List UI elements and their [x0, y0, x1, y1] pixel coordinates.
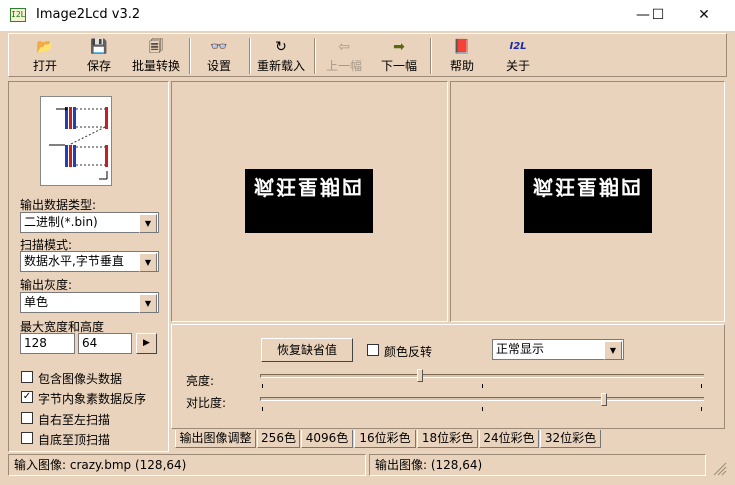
chevron-down-icon[interactable]: ▼: [139, 214, 157, 233]
help-label: 帮助: [449, 59, 474, 73]
save-button[interactable]: 💾 保存: [71, 37, 127, 75]
settings-label: 设置: [206, 59, 231, 73]
brightness-slider-track[interactable]: [260, 374, 704, 378]
previous-image-button[interactable]: ⇦ 上一幅: [318, 37, 370, 75]
open-label: 打开: [32, 59, 57, 73]
slider-tick: [701, 407, 702, 411]
slider-tick: [701, 384, 702, 388]
output-gray-value: 单色: [24, 295, 49, 309]
include-header-checkbox-row[interactable]: 包含图像头数据: [20, 370, 170, 386]
previous-image-label: 上一幅: [325, 59, 362, 73]
output-gray-label: 输出灰度:: [20, 278, 73, 292]
output-image-text: 疯狂星期四: [533, 175, 643, 199]
help-book-icon: 📕: [453, 39, 471, 55]
about-label: 关于: [505, 59, 530, 73]
status-output: 输出图像: (128,64): [369, 454, 706, 476]
tab-16bit-color[interactable]: 16位彩色: [354, 430, 416, 448]
bottom-to-top-label: 自底至顶扫描: [38, 433, 111, 447]
tab-4096-color[interactable]: 4096色: [301, 430, 353, 448]
tab-256-color[interactable]: 256色: [257, 430, 300, 448]
open-button[interactable]: 📂 打开: [15, 37, 75, 75]
output-gray-select[interactable]: 单色 ▼: [20, 292, 159, 313]
about-i2l-icon: I2L: [509, 41, 527, 52]
right-to-left-checkbox-row[interactable]: 自右至左扫描: [20, 411, 170, 427]
tab-18bit-color[interactable]: 18位彩色: [417, 430, 478, 448]
max-height-input[interactable]: 64: [78, 333, 132, 354]
right-to-left-label: 自右至左扫描: [38, 413, 111, 427]
close-button[interactable]: ✕: [681, 0, 727, 31]
display-mode-select[interactable]: 正常显示 ▼: [492, 339, 624, 360]
toolbar-separator: [314, 38, 316, 74]
maximize-button[interactable]: ☐: [635, 0, 681, 31]
brightness-label: 亮度:: [186, 374, 215, 388]
output-type-label: 输出数据类型:: [20, 198, 97, 212]
toolbar: 📂 打开 💾 保存 🗐 批量转换 👓 设置 ↻ 重新载入 ⇦ 上一幅 ➡ 下一幅…: [8, 33, 727, 77]
tab-32bit-color[interactable]: 32位彩色: [540, 430, 601, 448]
floppy-disk-icon: 💾: [90, 39, 108, 55]
invert-color-label: 颜色反转: [384, 345, 433, 359]
slider-tick: [482, 407, 483, 411]
slider-tick: [262, 384, 263, 388]
reload-label: 重新载入: [256, 59, 305, 73]
input-image-text: 疯狂星期四: [254, 175, 364, 199]
next-image-button[interactable]: ➡ 下一幅: [373, 37, 425, 75]
contrast-slider-track[interactable]: [260, 397, 704, 401]
chevron-down-icon[interactable]: ▼: [604, 341, 622, 360]
contrast-slider-thumb[interactable]: [600, 393, 607, 406]
slider-tick: [262, 407, 263, 411]
bottom-to-top-checkbox[interactable]: [21, 432, 33, 444]
reverse-pixel-order-label: 字节内象素数据反序: [38, 392, 147, 406]
arrow-right-icon: ➡: [393, 39, 405, 55]
next-image-label: 下一幅: [380, 59, 417, 73]
open-folder-icon: 📂: [36, 39, 54, 55]
reload-button[interactable]: ↻ 重新载入: [253, 37, 309, 75]
arrow-left-icon: ⇦: [338, 39, 350, 55]
settings-button[interactable]: 👓 设置: [191, 37, 247, 75]
restore-default-button[interactable]: 恢复缺省值: [261, 338, 353, 362]
input-image: 疯狂星期四: [245, 169, 373, 233]
title-bar: I2L Image2Lcd v3.2 — ☐ ✕: [0, 0, 735, 31]
status-input: 输入图像: crazy.bmp (128,64): [8, 454, 366, 476]
chevron-down-icon[interactable]: ▼: [139, 253, 157, 272]
include-header-checkbox[interactable]: [21, 371, 33, 383]
scan-mode-select[interactable]: 数据水平,字节垂直 ▼: [20, 251, 159, 272]
invert-color-checkbox[interactable]: [367, 344, 379, 356]
glasses-icon: 👓: [210, 39, 228, 55]
app-icon: I2L: [10, 8, 26, 22]
max-width-input[interactable]: 128: [20, 333, 75, 354]
help-button[interactable]: 📕 帮助: [437, 37, 487, 75]
about-button[interactable]: I2L 关于: [493, 37, 543, 75]
save-label: 保存: [86, 59, 111, 73]
window-title: Image2Lcd v3.2: [36, 7, 141, 22]
scan-mode-diagram: [40, 96, 112, 186]
slider-tick: [482, 384, 483, 388]
include-header-label: 包含图像头数据: [38, 372, 123, 386]
bottom-to-top-checkbox-row[interactable]: 自底至顶扫描: [20, 431, 170, 447]
contrast-label: 对比度:: [186, 396, 227, 410]
toolbar-separator: [249, 38, 251, 74]
resize-grip-icon[interactable]: [709, 458, 727, 476]
right-to-left-checkbox[interactable]: [21, 412, 33, 424]
batch-convert-button[interactable]: 🗐 批量转换: [125, 37, 187, 75]
apply-size-button[interactable]: ▶: [136, 333, 157, 354]
batch-convert-label: 批量转换: [131, 59, 180, 73]
output-type-value: 二进制(*.bin): [24, 215, 98, 229]
reverse-pixel-order-checkbox[interactable]: ✓: [21, 391, 33, 403]
batch-convert-icon: 🗐: [149, 39, 163, 55]
scan-mode-value: 数据水平,字节垂直: [24, 254, 124, 268]
output-image: 疯狂星期四: [524, 169, 652, 233]
reverse-pixel-order-checkbox-row[interactable]: ✓ 字节内象素数据反序: [20, 390, 170, 406]
tab-24bit-color[interactable]: 24位彩色: [479, 430, 539, 448]
display-mode-value: 正常显示: [496, 342, 545, 356]
output-type-select[interactable]: 二进制(*.bin) ▼: [20, 212, 159, 233]
tab-output-adjust[interactable]: 输出图像调整: [175, 430, 256, 448]
toolbar-separator: [430, 38, 432, 74]
chevron-down-icon[interactable]: ▼: [139, 294, 157, 313]
brightness-slider-thumb[interactable]: [416, 369, 423, 382]
reload-icon: ↻: [275, 39, 287, 55]
